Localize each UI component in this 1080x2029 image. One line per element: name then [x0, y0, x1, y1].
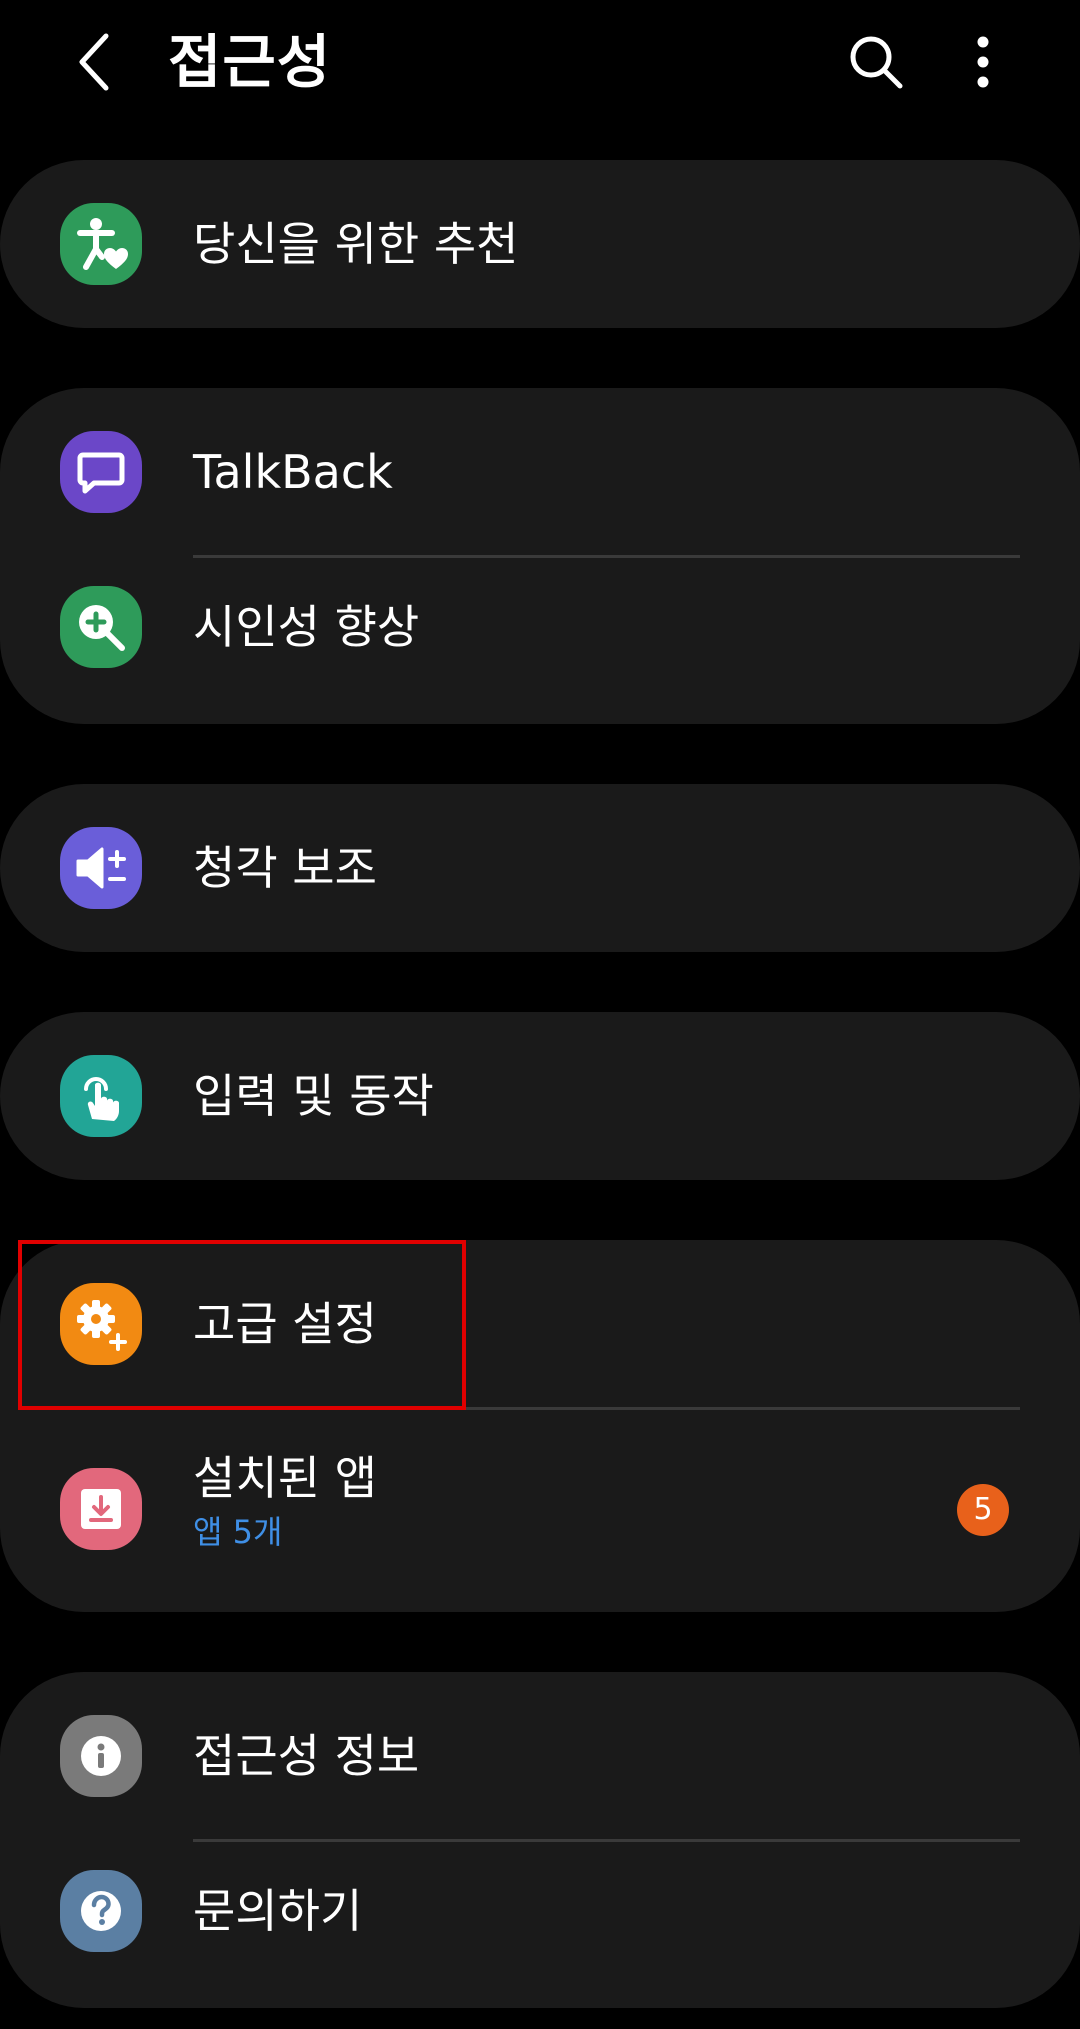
section-recommended: 당신을 위한 추천 [0, 160, 1080, 328]
menu-item-advanced-settings[interactable]: 고급 설정 [0, 1240, 1080, 1408]
section-info: 접근성 정보 문의하기 [0, 1672, 1080, 2008]
question-icon [60, 1870, 142, 1952]
download-icon [60, 1468, 142, 1550]
zoom-in-icon [60, 586, 142, 668]
menu-item-accessibility-info[interactable]: 접근성 정보 [0, 1672, 1080, 1840]
menu-item-contact-us[interactable]: 문의하기 [0, 1840, 1080, 2008]
back-button[interactable] [62, 28, 126, 100]
more-vertical-icon [975, 34, 991, 94]
app-header: 접근성 [0, 0, 1080, 130]
menu-item-talkback[interactable]: TalkBack [0, 388, 1080, 556]
menu-item-installed-apps[interactable]: 설치된 앱 앱 5개 5 [0, 1408, 1080, 1612]
menu-item-label: 고급 설정 [193, 1297, 377, 1351]
chevron-left-icon [74, 30, 114, 98]
menu-item-label: 청각 보조 [193, 841, 377, 895]
volume-plus-minus-icon [60, 827, 142, 909]
menu-item-label: 접근성 정보 [193, 1729, 420, 1783]
section-vision: TalkBack 시인성 향상 [0, 388, 1080, 724]
page-title: 접근성 [168, 28, 332, 96]
section-interaction: 입력 및 동작 [0, 1012, 1080, 1180]
menu-item-label: 문의하기 [193, 1884, 363, 1938]
search-button[interactable] [842, 30, 910, 98]
section-advanced: 고급 설정 설치된 앱 앱 5개 5 [0, 1240, 1080, 1612]
touch-hand-icon [60, 1055, 142, 1137]
section-hearing: 청각 보조 [0, 784, 1080, 952]
search-icon [846, 32, 906, 96]
menu-item-label: TalkBack [193, 445, 393, 499]
menu-item-visibility[interactable]: 시인성 향상 [0, 556, 1080, 724]
menu-item-label: 당신을 위한 추천 [193, 217, 519, 271]
menu-item-label: 시인성 향상 [193, 600, 420, 654]
menu-item-interaction[interactable]: 입력 및 동작 [0, 1012, 1080, 1180]
menu-item-sublabel: 앱 5개 [193, 1513, 283, 1551]
menu-item-recommended[interactable]: 당신을 위한 추천 [0, 160, 1080, 328]
menu-item-hearing[interactable]: 청각 보조 [0, 784, 1080, 952]
talkback-icon [60, 431, 142, 513]
notification-badge: 5 [957, 1484, 1009, 1536]
info-icon [60, 1715, 142, 1797]
menu-item-label: 입력 및 동작 [193, 1069, 434, 1123]
menu-item-label: 설치된 앱 [193, 1451, 377, 1505]
accessibility-heart-icon [60, 203, 142, 285]
gear-plus-icon [60, 1283, 142, 1365]
more-options-button[interactable] [955, 30, 1011, 98]
